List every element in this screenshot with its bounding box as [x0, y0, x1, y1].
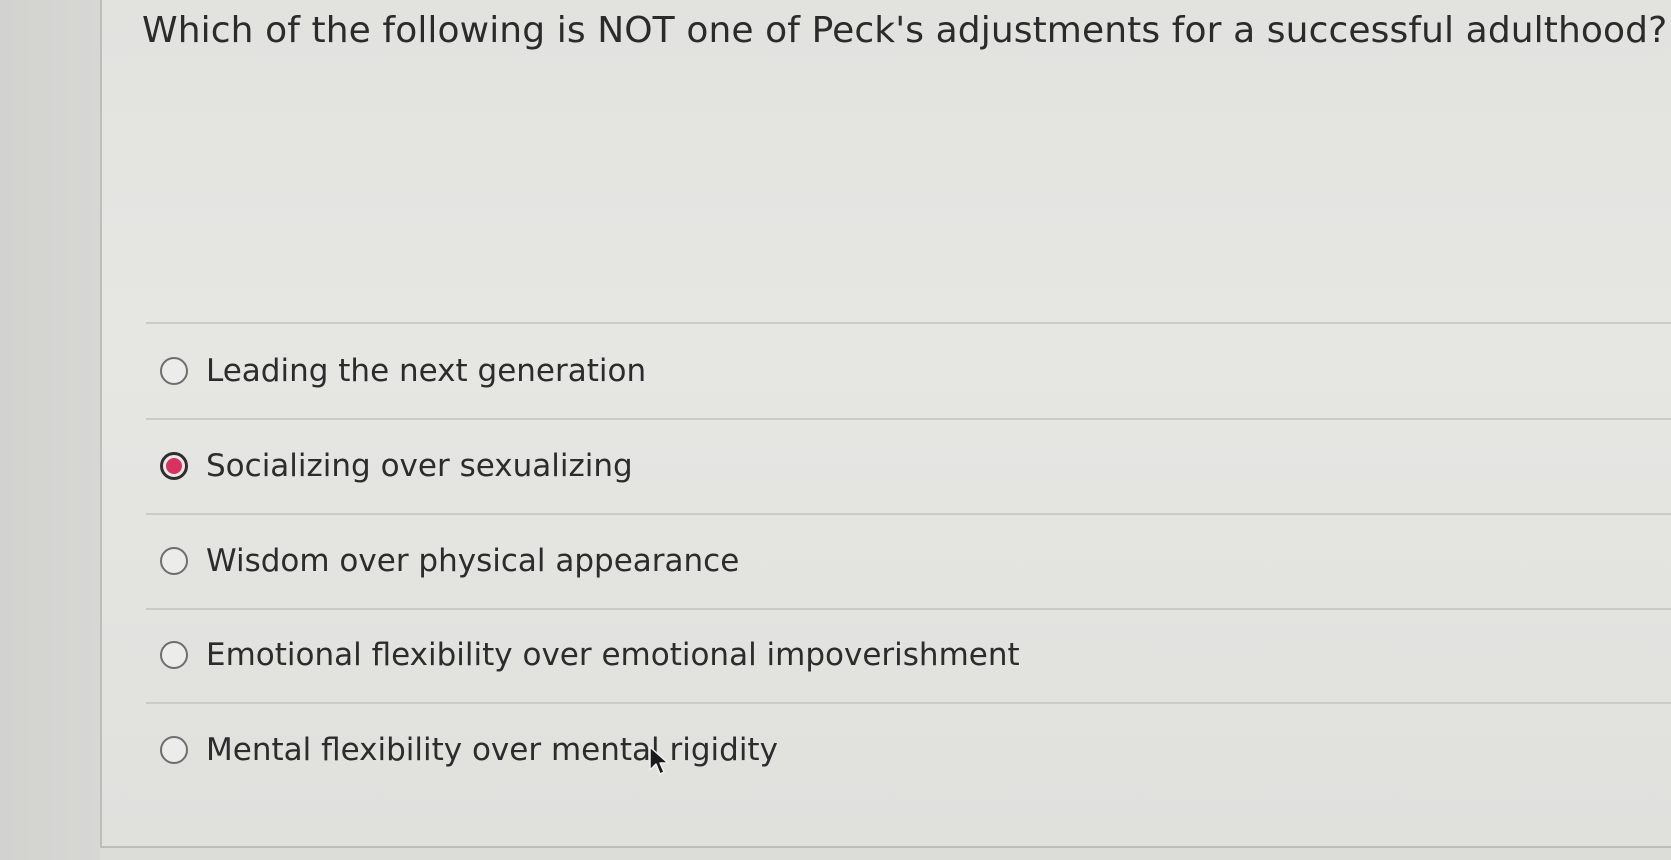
- radio-dot-icon: [166, 458, 182, 474]
- divider: [146, 513, 1671, 515]
- radio-button-icon[interactable]: [160, 736, 188, 764]
- question-text: Which of the following is NOT one of Pec…: [142, 10, 1668, 51]
- divider: [146, 418, 1671, 420]
- answer-option-5[interactable]: Mental flexibility over mental rigidity: [160, 728, 778, 772]
- radio-button-icon[interactable]: [160, 357, 188, 385]
- answer-option-2[interactable]: Socializing over sexualizing: [160, 444, 633, 488]
- mouse-pointer-icon: [649, 746, 669, 775]
- answer-option-label: Mental flexibility over mental rigidity: [206, 732, 778, 768]
- radio-button-icon[interactable]: [160, 641, 188, 669]
- answer-option-label: Socializing over sexualizing: [206, 448, 633, 484]
- divider: [146, 702, 1671, 704]
- divider: [146, 322, 1671, 324]
- divider: [146, 608, 1671, 610]
- answer-option-label: Wisdom over physical appearance: [206, 543, 740, 579]
- answer-option-4[interactable]: Emotional flexibility over emotional imp…: [160, 633, 1020, 677]
- left-gutter: [0, 0, 100, 860]
- answer-option-3[interactable]: Wisdom over physical appearance: [160, 539, 739, 583]
- question-panel: [100, 0, 1671, 848]
- radio-button-icon[interactable]: [160, 547, 188, 575]
- answer-option-1[interactable]: Leading the next generation: [160, 349, 646, 393]
- radio-button-selected-icon[interactable]: [160, 452, 188, 480]
- answer-option-label: Leading the next generation: [206, 353, 647, 389]
- answer-option-label: Emotional flexibility over emotional imp…: [206, 637, 1020, 673]
